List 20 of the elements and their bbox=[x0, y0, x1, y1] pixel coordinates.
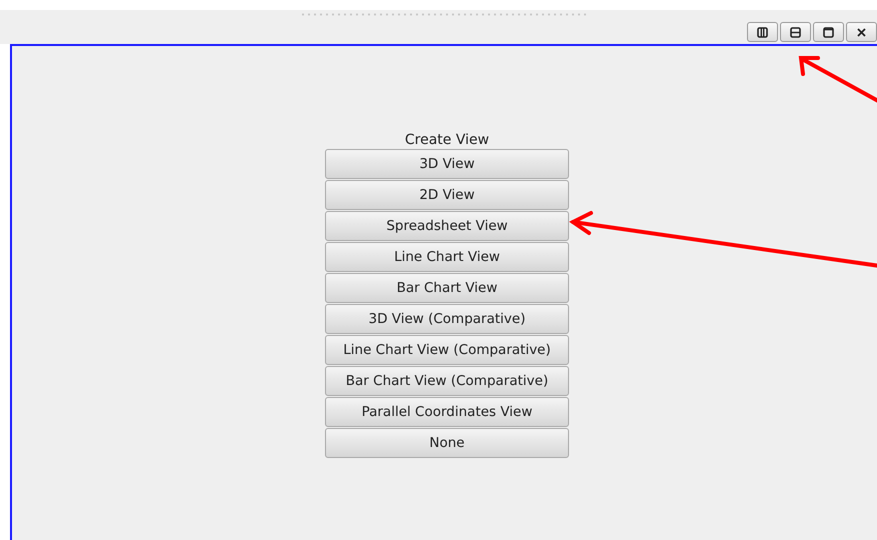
view-button[interactable]: Spreadsheet View bbox=[325, 211, 569, 241]
close-icon bbox=[856, 26, 867, 38]
view-button[interactable]: Line Chart View bbox=[325, 242, 569, 272]
view-button[interactable]: Line Chart View (Comparative) bbox=[325, 335, 569, 365]
drag-handle[interactable] bbox=[300, 13, 587, 16]
split-horizontal-icon bbox=[757, 26, 768, 38]
view-button[interactable]: Parallel Coordinates View bbox=[325, 397, 569, 427]
split-vertical-icon bbox=[790, 26, 801, 38]
view-button[interactable]: Bar Chart View bbox=[325, 273, 569, 303]
split-horizontal-button[interactable] bbox=[747, 22, 778, 42]
view-button[interactable]: 2D View bbox=[325, 180, 569, 210]
close-button[interactable] bbox=[846, 22, 877, 42]
view-button[interactable]: None bbox=[325, 428, 569, 458]
view-button[interactable]: Bar Chart View (Comparative) bbox=[325, 366, 569, 396]
view-button[interactable]: 3D View bbox=[325, 149, 569, 179]
split-vertical-button[interactable] bbox=[780, 22, 811, 42]
view-button[interactable]: 3D View (Comparative) bbox=[325, 304, 569, 334]
maximize-button[interactable] bbox=[813, 22, 844, 42]
create-view-title: Create View bbox=[404, 132, 490, 148]
maximize-icon bbox=[823, 26, 834, 38]
